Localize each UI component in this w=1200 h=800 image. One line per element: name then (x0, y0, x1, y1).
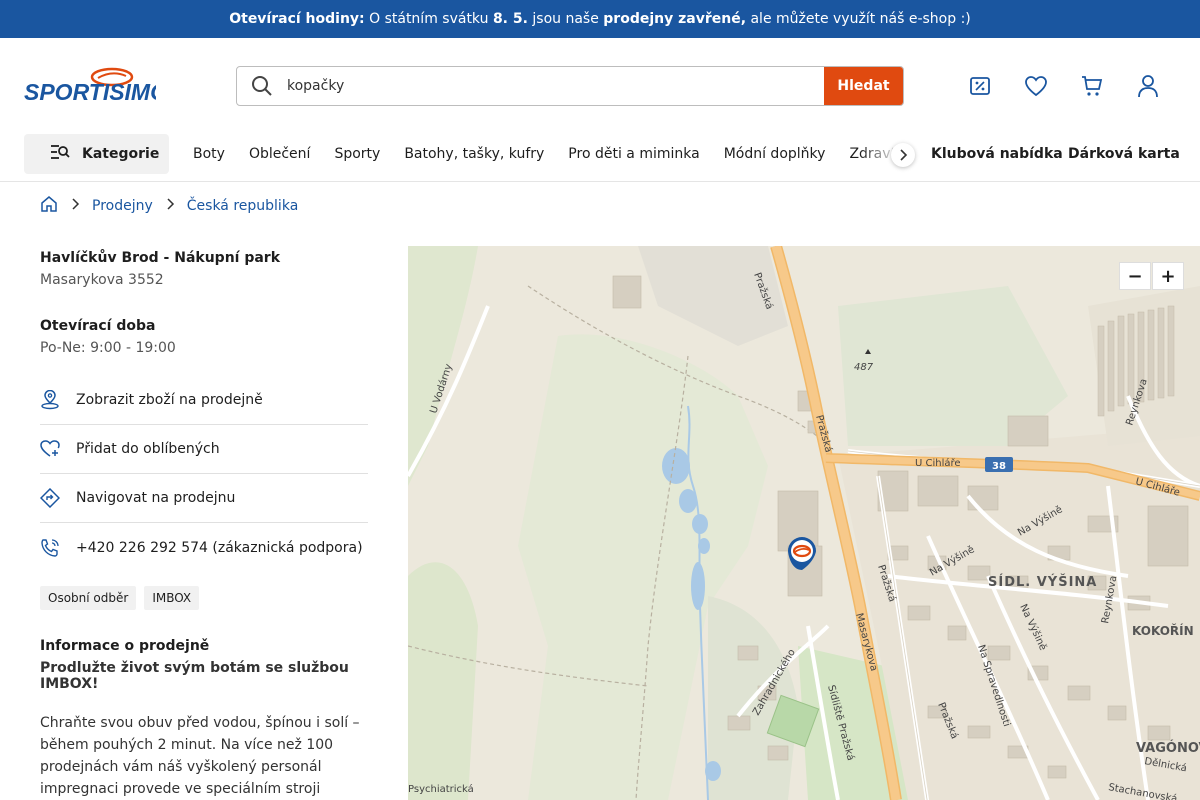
nav-scroll-right-button[interactable] (891, 143, 915, 167)
nav-item[interactable]: Batohy, tašky, kufry (404, 146, 544, 162)
service-tag: Osobní odběr (40, 586, 137, 610)
map-label: 38 (992, 461, 1006, 472)
map-label: U Cihláře (915, 457, 961, 469)
announcement-text: ale můžete využít náš e-shop :) (750, 11, 971, 27)
nav-item[interactable]: Sporty (334, 146, 380, 162)
store-map[interactable]: 38 Pražská Pražská Pražská Pražská 487 U… (408, 246, 1200, 800)
map-label: KOKOŘÍN (1132, 623, 1194, 638)
opening-hours-value: Po-Ne: 9:00 - 19:00 (40, 340, 176, 356)
add-to-favorites-action[interactable]: Přidat do oblíbených (40, 425, 368, 474)
gift-card-link[interactable]: Dárková karta (1068, 134, 1180, 174)
announcement-closed: prodejny zavřené, (603, 11, 747, 27)
sportisimo-logo[interactable]: SPORTISIMO (24, 66, 168, 105)
chevron-right-icon (70, 197, 80, 215)
chevron-right-icon (165, 197, 175, 215)
nav-items: Boty Oblečení Sporty Batohy, tašky, kufr… (193, 134, 893, 174)
announcement-bar: Otevírací hodiny: O státním svátku 8. 5.… (0, 0, 1200, 38)
home-icon[interactable] (40, 196, 58, 216)
show-store-goods-action[interactable]: Zobrazit zboží na prodejně (40, 376, 368, 425)
phone-icon (40, 538, 60, 558)
nav-item[interactable]: Boty (193, 146, 225, 162)
main-nav: Kategorie Boty Oblečení Sporty Batohy, t… (0, 134, 1200, 182)
heart-plus-icon (40, 439, 60, 459)
store-info-title: Informace o prodejně (40, 638, 210, 654)
nav-item[interactable]: Pro děti a miminka (568, 146, 699, 162)
announcement-label: Otevírací hodiny: (229, 11, 365, 27)
store-actions: Zobrazit zboží na prodejně Přidat do obl… (40, 376, 368, 572)
zoom-in-button[interactable]: + (1152, 262, 1184, 290)
service-tag: IMBOX (144, 586, 200, 610)
nav-item[interactable]: Oblečení (249, 146, 310, 162)
search-icon (237, 67, 287, 105)
navigate-icon (40, 488, 60, 508)
store-info-text: Chraňte svou obuv před vodou, špínou i s… (40, 715, 360, 797)
store-address: Masarykova 3552 (40, 272, 164, 288)
club-offer-link[interactable]: Klubová nabídka (931, 134, 1063, 174)
store-info-subtitle: Prodlužte život svým botám se službou IM… (40, 660, 349, 692)
nav-item[interactable]: Módní doplňky (724, 146, 826, 162)
breadcrumb-stores[interactable]: Prodejny (92, 198, 153, 214)
announcement-text: jsou naše (532, 11, 599, 27)
zoom-out-button[interactable]: − (1119, 262, 1151, 290)
breadcrumb: Prodejny Česká republika (40, 194, 298, 218)
action-label: Přidat do oblíbených (76, 441, 220, 457)
search-bar: Hledat (236, 66, 904, 106)
action-label: Navigovat na prodejnu (76, 490, 236, 506)
cart-icon[interactable] (1078, 72, 1106, 100)
map-label: SÍDL. VÝŠINA (988, 574, 1097, 590)
store-detail-panel: Havlíčkův Brod - Nákupní park Masarykova… (40, 246, 368, 800)
phone-support-action[interactable]: +420 226 292 574 (zákaznická podpora) (40, 523, 368, 572)
action-label: +420 226 292 574 (zákaznická podpora) (76, 539, 363, 556)
action-label: Zobrazit zboží na prodejně (76, 392, 263, 408)
site-header: SPORTISIMO Hledat (0, 38, 1200, 134)
menu-search-icon (50, 143, 70, 165)
heart-icon[interactable] (1022, 72, 1050, 100)
announcement-text: O státním svátku (369, 11, 489, 27)
search-button[interactable]: Hledat (824, 67, 903, 105)
navigate-to-store-action[interactable]: Navigovat na prodejnu (40, 474, 368, 523)
breadcrumb-country[interactable]: Česká republika (187, 198, 299, 214)
store-name: Havlíčkův Brod - Nákupní park (40, 250, 281, 266)
map-label: Psychiatrická (408, 783, 474, 795)
categories-label: Kategorie (82, 146, 160, 162)
categories-button[interactable]: Kategorie (24, 134, 169, 174)
opening-hours-title: Otevírací doba (40, 318, 156, 334)
announcement-date: 8. 5. (492, 11, 528, 27)
store-pin-icon (40, 390, 60, 410)
chevron-right-icon (898, 146, 908, 165)
service-tags: Osobní odběr IMBOX (40, 586, 368, 610)
discount-icon[interactable] (966, 72, 994, 100)
user-icon[interactable] (1134, 72, 1162, 100)
logo-text: SPORTISIMO (24, 79, 156, 102)
map-label: VAGÓNOVÁ (1136, 740, 1200, 756)
search-input[interactable] (287, 67, 824, 105)
map-label: 487 (854, 362, 874, 373)
